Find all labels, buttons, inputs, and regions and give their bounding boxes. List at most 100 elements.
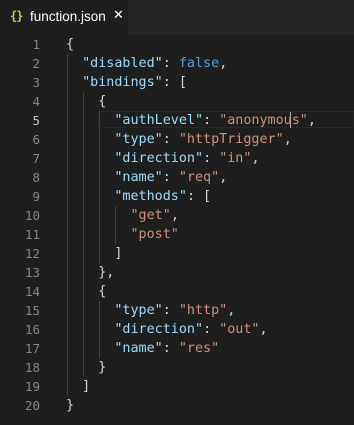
code-token: ,	[251, 151, 260, 166]
code-line: 5 "authLevel": "anonymous",	[0, 111, 354, 130]
code-line: 17 "name": "res"	[0, 339, 354, 358]
line-number: 15	[24, 303, 40, 318]
code-token: "out"	[219, 322, 260, 337]
code-token: ]	[66, 246, 123, 261]
code-line: 8 "name": "req",	[0, 168, 354, 187]
line-number: 6	[32, 132, 40, 147]
code-text: "authLevel": "anonymous",	[66, 111, 316, 130]
code-token: "name"	[114, 170, 163, 185]
code-token: "in"	[219, 151, 252, 166]
tab-label: function.json	[30, 9, 106, 24]
code-token: :	[162, 303, 179, 318]
code-token: ,	[219, 56, 228, 71]
code-line: 10 "get",	[0, 206, 354, 225]
line-number: 4	[32, 94, 40, 109]
code-token: "name"	[114, 341, 163, 356]
code-token: ,	[283, 132, 292, 147]
code-token: "type"	[114, 132, 163, 147]
code-editor[interactable]: 1{2 "disabled": false, 3 "bindings": [4 {…	[0, 35, 354, 425]
code-token: : [	[186, 189, 212, 204]
code-token: "res"	[178, 341, 220, 356]
code-token: ,	[259, 322, 268, 337]
code-line: 13 },	[0, 263, 354, 282]
code-line: 12 ]	[0, 244, 354, 263]
code-text: "get",	[66, 206, 179, 225]
code-line: 6 "type": "httpTrigger",	[0, 130, 354, 149]
code-token: "direction"	[114, 151, 204, 166]
code-text: "name": "req",	[66, 168, 227, 187]
code-token: {	[66, 284, 107, 299]
code-line: 7 "direction": "in",	[0, 149, 354, 168]
code-token: :	[162, 170, 179, 185]
code-token: ,	[219, 170, 228, 185]
code-line: 2 "disabled": false,	[0, 54, 354, 73]
code-line: 9 "methods": [	[0, 187, 354, 206]
tab-function-json[interactable]: {} function.json ✕	[0, 0, 128, 35]
tab-bar: {} function.json ✕	[0, 0, 354, 35]
code-token: ,	[307, 113, 316, 128]
line-number: 12	[24, 246, 40, 261]
code-token: :	[203, 322, 220, 337]
code-line: 3 "bindings": [	[0, 73, 354, 92]
code-text: "bindings": [	[66, 73, 187, 92]
line-number: 18	[24, 360, 40, 375]
code-token: }	[66, 360, 107, 375]
code-line: 18 }	[0, 358, 354, 377]
close-icon[interactable]: ✕	[113, 8, 124, 23]
code-line: 14 {	[0, 282, 354, 301]
line-number: 9	[32, 189, 40, 204]
code-token: :	[162, 132, 179, 147]
editor-window: {} function.json ✕ 1{2 "disabled": false…	[0, 0, 354, 425]
code-token: "authLevel"	[114, 113, 204, 128]
line-number: 2	[32, 56, 40, 71]
code-text: {	[66, 282, 106, 301]
code-token: :	[203, 113, 220, 128]
code-token: :	[203, 151, 220, 166]
code-token: "direction"	[114, 322, 204, 337]
code-token: "http"	[178, 303, 228, 318]
code-line: 16 "direction": "out",	[0, 320, 354, 339]
code-text: "methods": [	[66, 187, 211, 206]
line-number: 10	[24, 208, 40, 223]
code-line: 11 "post"	[0, 225, 354, 244]
line-number: 14	[24, 284, 40, 299]
code-token: ]	[66, 379, 91, 394]
code-text: "type": "httpTrigger",	[66, 130, 292, 149]
code-line: 15 "type": "http",	[0, 301, 354, 320]
code-token: {	[66, 94, 107, 109]
code-token: ,	[227, 303, 236, 318]
code-token: ,	[170, 208, 179, 223]
code-text: {	[66, 35, 74, 54]
code-token: "bindings"	[82, 75, 163, 90]
line-number: 5	[32, 113, 40, 128]
code-token: "req"	[178, 170, 220, 185]
code-text: "type": "http",	[66, 301, 235, 320]
code-text: "post"	[66, 225, 179, 244]
line-number: 7	[32, 151, 40, 166]
code-token: "anonymous"	[219, 113, 308, 128]
code-token: "httpTrigger"	[178, 132, 284, 147]
line-number: 16	[24, 322, 40, 337]
code-token: false	[178, 56, 220, 71]
line-number: 3	[32, 75, 40, 90]
code-text: ]	[66, 377, 90, 396]
code-text: },	[66, 263, 114, 282]
code-token: "methods"	[114, 189, 187, 204]
code-text: "disabled": false,	[66, 54, 227, 73]
code-token: "type"	[114, 303, 163, 318]
code-token: }	[66, 398, 75, 413]
code-token: {	[66, 37, 75, 52]
code-token: "get"	[130, 208, 171, 223]
line-number: 13	[24, 265, 40, 280]
